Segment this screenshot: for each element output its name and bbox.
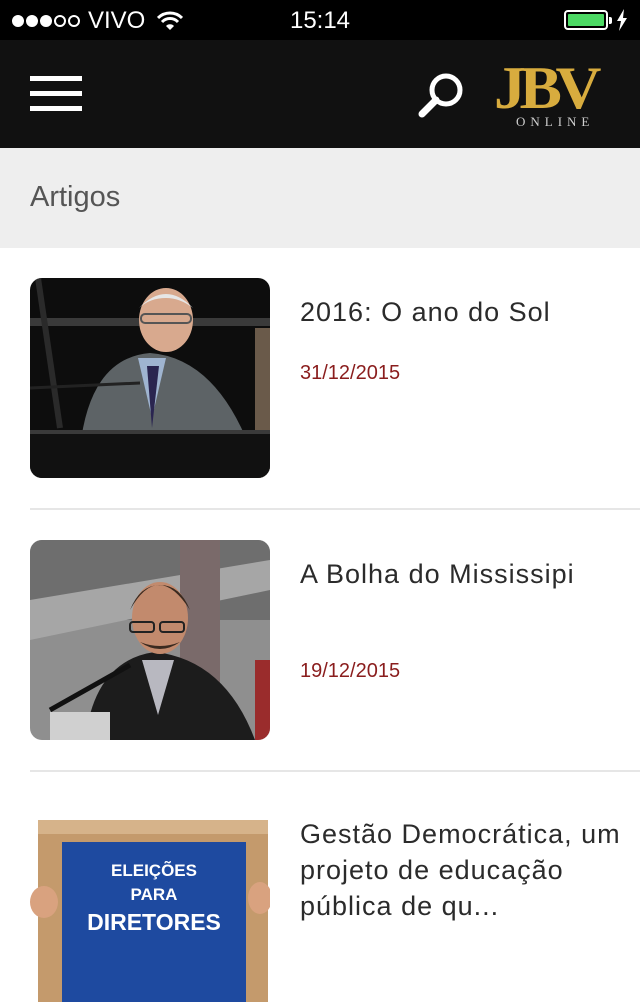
article-title[interactable]: 2016: O ano do Sol — [300, 294, 630, 330]
battery-icon — [564, 10, 612, 30]
article-title[interactable]: A Bolha do Mississipi — [300, 556, 630, 592]
search-icon[interactable] — [416, 70, 466, 120]
article-item[interactable]: 2016: O ano do Sol 31/12/2015 — [30, 278, 640, 478]
jbv-logo[interactable]: JBV ONLINE — [494, 55, 610, 130]
svg-text:DIRETORES: DIRETORES — [87, 909, 221, 935]
status-bar: VIVO 15:14 — [0, 0, 640, 40]
article-thumbnail[interactable]: ELEIÇÕES PARA DIRETORES — [30, 802, 270, 1002]
article-thumbnail[interactable] — [30, 540, 270, 740]
article-title[interactable]: Gestão Democrática, um projeto de educaç… — [300, 816, 630, 924]
svg-text:ELEIÇÕES: ELEIÇÕES — [111, 860, 197, 880]
hamburger-icon[interactable] — [30, 76, 82, 112]
article-date: 31/12/2015 — [300, 362, 401, 384]
article-item[interactable]: A Bolha do Mississipi 19/12/2015 — [30, 540, 640, 740]
svg-text:PARA: PARA — [131, 885, 178, 904]
article-date: 19/12/2015 — [300, 660, 401, 682]
divider — [30, 508, 640, 510]
article-thumbnail[interactable] — [30, 278, 270, 478]
logo-text: JBV — [494, 55, 601, 121]
logo-subtext: ONLINE — [516, 114, 595, 129]
article-item[interactable]: ELEIÇÕES PARA DIRETORES Gestão Democráti… — [30, 802, 640, 1002]
divider — [30, 770, 640, 772]
charging-bolt-icon — [617, 9, 627, 31]
section-title: Artigos — [30, 181, 121, 213]
app-header: JBV ONLINE — [0, 40, 640, 148]
clock: 15:14 — [289, 7, 351, 34]
section-header: Artigos — [0, 148, 640, 248]
